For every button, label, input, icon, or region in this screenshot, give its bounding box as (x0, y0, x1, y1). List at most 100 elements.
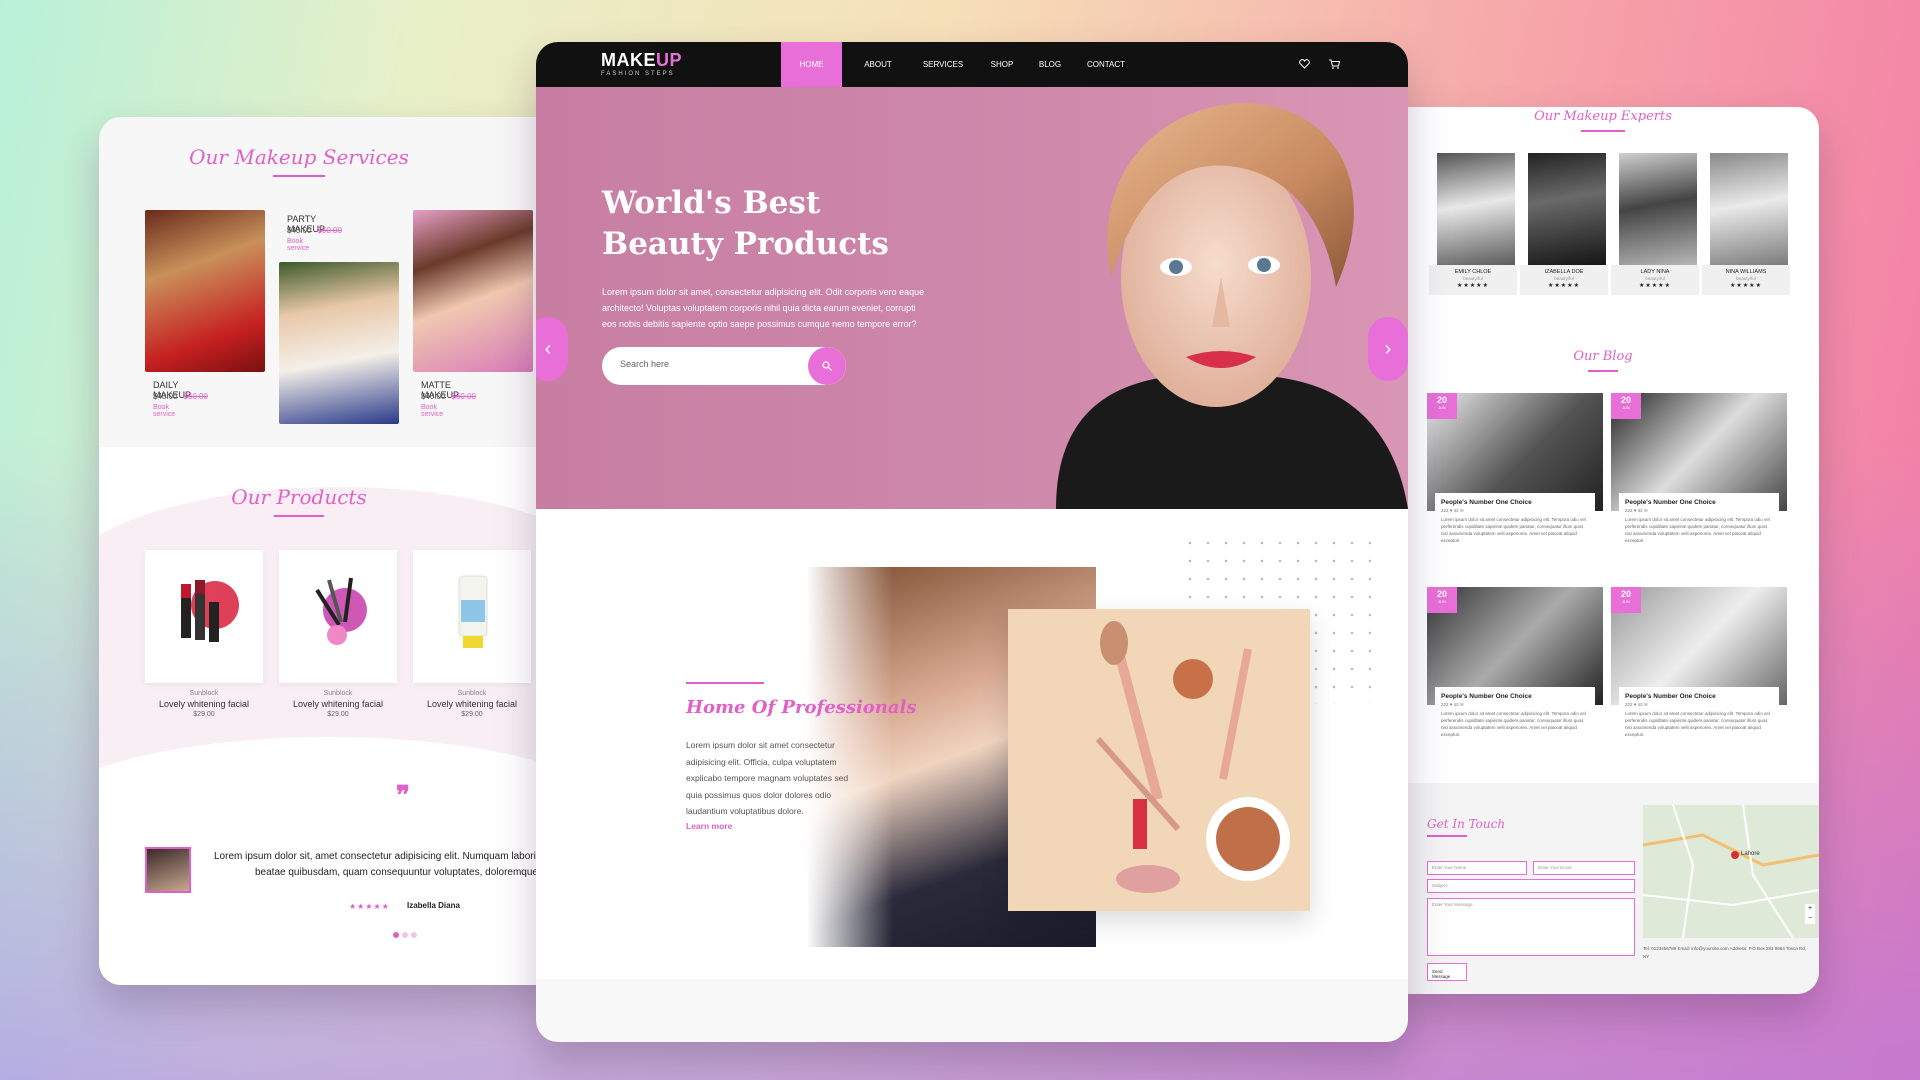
services-title: Our Makeup Services (99, 145, 499, 177)
expert-card[interactable]: LADY NINA beauty/ful ★★★★★ (1611, 153, 1699, 295)
testimonial-author: Izabella Diana (407, 901, 460, 910)
hero-next-arrow[interactable]: › (1368, 317, 1408, 381)
services-title-text: Our Makeup Services (189, 145, 409, 169)
product-card-cream[interactable] (413, 550, 531, 683)
blog-excerpt: Lorem ipsum dolor sit amet consectetur a… (1625, 711, 1770, 737)
experts-title: Our Makeup Experts (1387, 109, 1819, 132)
cosmetics-flatlay (1095, 621, 1290, 893)
product-price: $29.00 (461, 711, 483, 718)
dot[interactable] (411, 932, 417, 938)
blog-date: 20 JUN (1427, 587, 1457, 613)
blog-excerpt: Lorem ipsum dolor sit amet consectetur a… (1441, 711, 1586, 737)
subject-field[interactable]: Subject (1427, 879, 1635, 893)
expert-role: beauty/ful (1645, 276, 1665, 281)
blog-excerpt: Lorem ipsum dolor sit amet consectetur a… (1625, 517, 1770, 543)
contact-address: Tel: 0123456789 Email: info@yoursite.com… (1643, 946, 1806, 959)
send-message-button[interactable]: Send Message (1427, 963, 1467, 981)
map-label: Lahore (1741, 851, 1760, 857)
product-card-brushes[interactable] (279, 550, 397, 683)
heart-icon[interactable] (1299, 59, 1310, 69)
map-roads (1643, 805, 1819, 938)
hero-section: World's Best Beauty Products Lorem ipsum… (536, 87, 1408, 509)
contact-title-underline (1427, 835, 1467, 837)
blog-day: 20 (1620, 589, 1631, 599)
blog-meta: 222 ♥ 42 ✉ (1625, 702, 1648, 707)
cream-tube-icon (458, 575, 488, 648)
expert-role: beauty/ful (1554, 276, 1574, 281)
expert-card[interactable]: IZABELLA DOE beauty/ful ★★★★★ (1520, 153, 1608, 295)
blog-body: People's Number One Choice 222 ♥ 42 ✉ Lo… (1619, 493, 1779, 553)
map-widget[interactable]: Lahore + − (1643, 805, 1819, 938)
products-title: Our Products (99, 485, 499, 517)
hero-prev-arrow[interactable]: ‹ (536, 317, 568, 381)
services-title-underline (273, 175, 325, 177)
blog-card[interactable]: 20 JUN People's Number One Choice 222 ♥ 4… (1611, 587, 1787, 747)
product-title: Lovely whitening facial (426, 699, 518, 709)
products-title-text: Our Products (231, 485, 367, 509)
blog-meta: 222 ♥ 42 ✉ (1441, 702, 1464, 707)
blog-title-text: Our Blog (1573, 349, 1633, 364)
blog-card[interactable]: 20 JUN People's Number One Choice 222 ♥ 4… (1427, 393, 1603, 553)
expert-photo (1437, 153, 1515, 268)
blog-meta: 222 ♥ 42 ✉ (1625, 508, 1648, 513)
blog-month: JUN (1622, 405, 1630, 410)
expert-photo (1619, 153, 1697, 268)
about-section: Home Of Professionals Lorem ipsum dolor … (536, 509, 1408, 979)
service-price: $40.00 $60.00 (421, 392, 476, 401)
hero-text: Lorem ipsum dolor sit amet, consectetur … (602, 287, 925, 329)
expert-stars: ★★★★★ (1457, 283, 1489, 289)
nav-blog[interactable]: BLOG (1032, 42, 1068, 87)
nav-home[interactable]: HOME (781, 42, 842, 87)
service-price: $40.00 $60.00 (153, 392, 208, 401)
blog-month: JUN (1438, 405, 1446, 410)
old-price: $60.00 (183, 392, 208, 401)
expert-stars: ★★★★★ (1639, 283, 1671, 289)
contact-title-text: Get In Touch (1427, 817, 1506, 831)
service-photo-party (279, 262, 399, 424)
message-field[interactable]: Enter Your Message (1427, 898, 1635, 956)
nav-about[interactable]: ABOUT (856, 42, 900, 87)
blog-card[interactable]: 20 JUN People's Number One Choice 222 ♥ 4… (1611, 393, 1787, 553)
nav-services[interactable]: SERVICES (916, 42, 970, 87)
dot-active[interactable] (393, 932, 399, 938)
name-field[interactable]: Enter Your Name (1427, 861, 1527, 875)
carousel-dots[interactable] (393, 925, 417, 943)
expert-card[interactable]: EMILY CHLOE beauty/ful ★★★★★ (1429, 153, 1517, 295)
learn-more-link[interactable]: Learn more (686, 821, 732, 831)
expert-card[interactable]: NINA WILLIAMS beauty/ful ★★★★★ (1702, 153, 1790, 295)
service-price: $40.00 $60.00 (287, 226, 342, 235)
expert-role: beauty/ful (1463, 276, 1483, 281)
book-service-link[interactable]: Book service (421, 404, 443, 418)
book-service-link[interactable]: Book service (153, 404, 175, 418)
hero-model-image (1056, 103, 1408, 509)
map-zoom-controls[interactable]: + − (1805, 904, 1815, 924)
service-photo-matte (413, 210, 533, 372)
services-preview-card: Our Makeup Services DAILY MAKEUP $40.00 $… (99, 117, 559, 985)
experts-title-underline (1581, 130, 1625, 132)
product-card-lipstick[interactable] (145, 550, 263, 683)
logo[interactable]: MAKEUP FASHION STEPS (601, 50, 682, 77)
blog-card[interactable]: 20 JUN People's Number One Choice 222 ♥ 4… (1427, 587, 1603, 747)
email-field[interactable]: Enter Your Email (1533, 861, 1635, 875)
cart-icon[interactable] (1329, 59, 1340, 69)
homepage-preview-card: MAKEUP FASHION STEPS HOME ABOUT SERVICES… (536, 42, 1408, 1042)
blog-day: 20 (1436, 589, 1447, 599)
nav-shop[interactable]: SHOP (984, 42, 1020, 87)
old-price: $60.00 (451, 392, 476, 401)
book-service-link[interactable]: Book service (287, 238, 309, 252)
blog-post-title: People's Number One Choice (1625, 693, 1716, 700)
dot[interactable] (402, 932, 408, 938)
search-input[interactable]: Search here (620, 359, 669, 369)
nav-contact[interactable]: CONTACT (1080, 42, 1132, 87)
search-button[interactable] (808, 347, 846, 385)
testimonial-line-2: beatae quibusdam, quam consequuntur volu… (255, 867, 552, 878)
service-photo-daily (145, 210, 265, 372)
about-title-bar (686, 682, 764, 684)
hero-title: World's Best Beauty Products (602, 185, 889, 262)
testimonial-section: ❞ Lorem ipsum dolor sit, amet consectetu… (99, 781, 559, 985)
hero-search-box[interactable]: Search here (602, 347, 846, 385)
expert-stars: ★★★★★ (1548, 283, 1580, 289)
price: $40.00 (153, 392, 178, 401)
chevron-right-icon: › (1384, 338, 1392, 360)
old-price: $60.00 (317, 226, 342, 235)
